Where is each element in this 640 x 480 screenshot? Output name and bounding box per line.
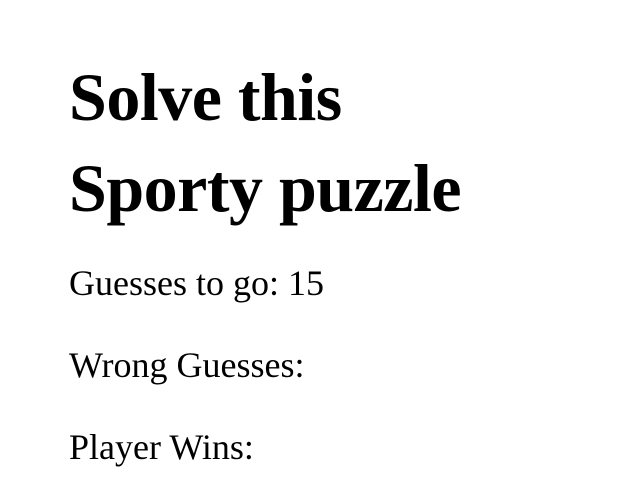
wrong-guesses: Wrong Guesses: bbox=[69, 345, 640, 385]
wrong-guesses-label: Wrong Guesses: bbox=[69, 345, 305, 385]
game-page: Solve this Sporty puzzle Guesses to go: … bbox=[0, 0, 640, 480]
guesses-remaining-label: Guesses to go: bbox=[69, 263, 288, 303]
title-line-2: Sporty puzzle bbox=[69, 150, 462, 226]
guesses-remaining-value: 15 bbox=[288, 263, 324, 303]
page-title: Solve this Sporty puzzle bbox=[69, 0, 640, 234]
guesses-remaining: Guesses to go: 15 bbox=[69, 263, 640, 303]
title-line-1: Solve this bbox=[69, 59, 342, 135]
player-wins: Player Wins: bbox=[69, 427, 640, 467]
player-wins-label: Player Wins: bbox=[69, 427, 254, 467]
